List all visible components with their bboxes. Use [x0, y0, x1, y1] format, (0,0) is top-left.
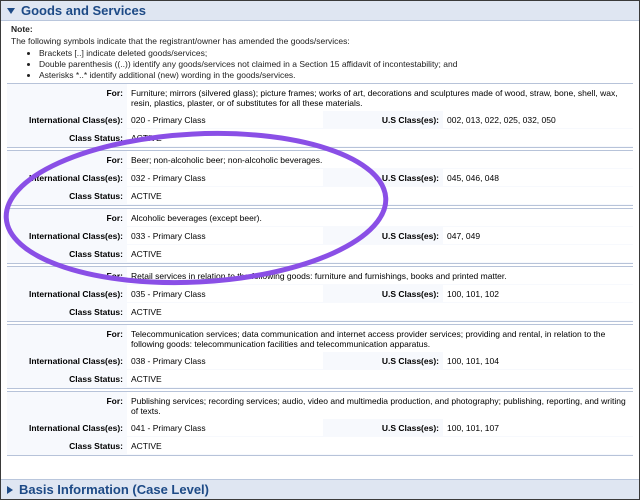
class-status-label: Class Status:: [69, 307, 123, 317]
intl-class-value: 035 - Primary Class: [127, 285, 323, 302]
us-class-value: 100, 101, 104: [443, 352, 633, 369]
class-status-label: Class Status:: [69, 249, 123, 259]
us-class-label: U.S Class(es):: [381, 173, 439, 183]
class-status-value: ACTIVE: [127, 303, 633, 320]
for-value: Retail services in relation to the follo…: [127, 267, 633, 284]
for-value: Alcoholic beverages (except beer).: [127, 209, 633, 226]
class-status-label: Class Status:: [69, 191, 123, 201]
for-label: For:: [106, 213, 123, 223]
class-status-value: ACTIVE: [127, 129, 633, 146]
us-class-label: U.S Class(es):: [381, 231, 439, 241]
intl-class-value: 020 - Primary Class: [127, 111, 323, 128]
us-class-value: 045, 046, 048: [443, 169, 633, 186]
class-status-label: Class Status:: [69, 441, 123, 451]
class-status-value: ACTIVE: [127, 370, 633, 387]
note-intro: The following symbols indicate that the …: [11, 36, 350, 46]
class-status-value: ACTIVE: [127, 187, 633, 204]
class-block: For: Publishing services; recording serv…: [7, 391, 633, 456]
class-status-label: Class Status:: [69, 374, 123, 384]
us-class-value: 047, 049: [443, 227, 633, 244]
expand-triangle-icon[interactable]: [7, 485, 13, 494]
intl-class-value: 038 - Primary Class: [127, 352, 323, 369]
intl-class-value: 032 - Primary Class: [127, 169, 323, 186]
us-class-value: 100, 101, 107: [443, 419, 633, 436]
goods-services-header[interactable]: Goods and Services: [1, 1, 639, 21]
intl-class-label: International Class(es):: [29, 173, 123, 183]
intl-class-value: 041 - Primary Class: [127, 419, 323, 436]
for-value: Telecommunication services; data communi…: [127, 325, 633, 352]
for-value: Publishing services; recording services;…: [127, 392, 633, 419]
for-label: For:: [106, 88, 123, 98]
goods-services-title: Goods and Services: [21, 3, 146, 18]
class-block: For: Alcoholic beverages (except beer). …: [7, 208, 633, 264]
intl-class-label: International Class(es):: [29, 115, 123, 125]
goods-services-list: For: Furniture; mirrors (silvered glass)…: [7, 83, 633, 456]
class-block: For: Beer; non-alcoholic beer; non-alcoh…: [7, 150, 633, 206]
intl-class-label: International Class(es):: [29, 289, 123, 299]
for-value: Beer; non-alcoholic beer; non-alcoholic …: [127, 151, 633, 168]
intl-class-label: International Class(es):: [29, 356, 123, 366]
note-item: Double parenthesis ((..)) identify any g…: [39, 59, 629, 69]
us-class-label: U.S Class(es):: [381, 289, 439, 299]
class-status-value: ACTIVE: [127, 245, 633, 262]
intl-class-label: International Class(es):: [29, 423, 123, 433]
note-item: Brackets [..] indicate deleted goods/ser…: [39, 48, 629, 58]
class-block: For: Retail services in relation to the …: [7, 266, 633, 322]
note-list: Brackets [..] indicate deleted goods/ser…: [11, 48, 629, 80]
us-class-label: U.S Class(es):: [381, 423, 439, 433]
intl-class-label: International Class(es):: [29, 231, 123, 241]
us-class-label: U.S Class(es):: [381, 115, 439, 125]
for-label: For:: [106, 329, 123, 339]
basis-information-title: Basis Information (Case Level): [19, 482, 209, 497]
collapse-triangle-icon[interactable]: [7, 7, 15, 14]
us-class-label: U.S Class(es):: [381, 356, 439, 366]
note-item: Asterisks *..* identify additional (new)…: [39, 70, 629, 80]
class-status-value: ACTIVE: [127, 437, 633, 454]
for-label: For:: [106, 271, 123, 281]
class-block: For: Telecommunication services; data co…: [7, 324, 633, 389]
for-value: Furniture; mirrors (silvered glass); pic…: [127, 84, 633, 111]
for-label: For:: [106, 396, 123, 406]
us-class-value: 100, 101, 102: [443, 285, 633, 302]
basis-information-header[interactable]: Basis Information (Case Level): [1, 479, 639, 499]
intl-class-value: 033 - Primary Class: [127, 227, 323, 244]
page-frame: Goods and Services Note: The following s…: [0, 0, 640, 500]
class-block: For: Furniture; mirrors (silvered glass)…: [7, 83, 633, 148]
note-title: Note:: [11, 24, 33, 34]
for-label: For:: [106, 155, 123, 165]
class-status-label: Class Status:: [69, 133, 123, 143]
us-class-value: 002, 013, 022, 025, 032, 050: [443, 111, 633, 128]
note-box: Note: The following symbols indicate tha…: [1, 21, 639, 80]
